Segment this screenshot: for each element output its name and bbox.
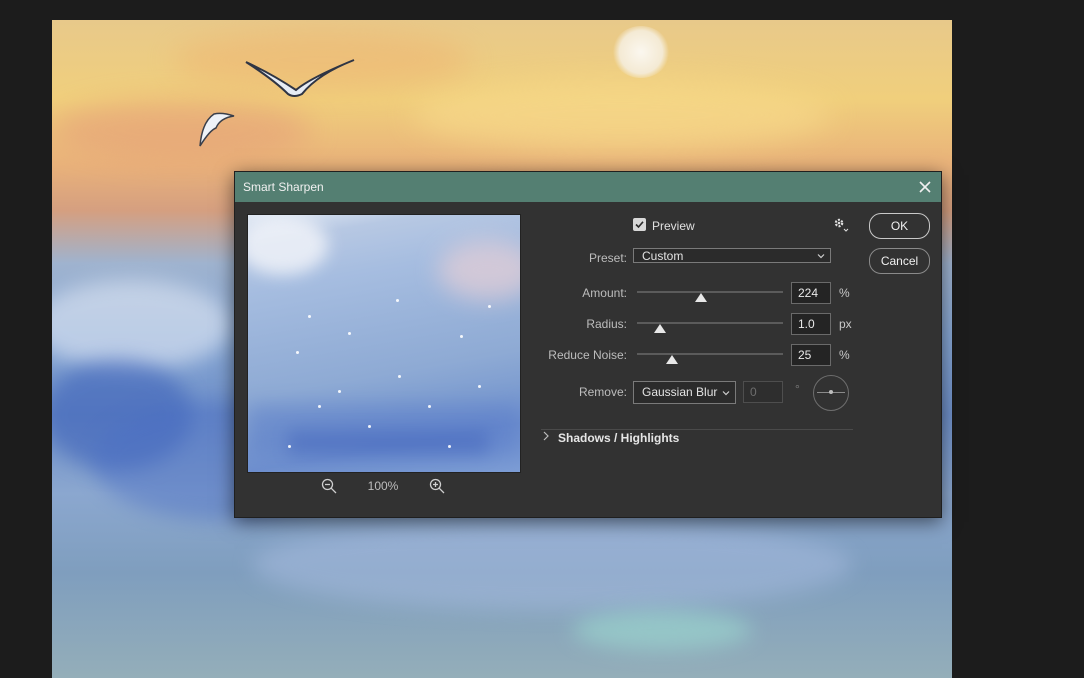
painting-sun [612, 26, 670, 78]
angle-dial-center [829, 390, 833, 394]
foam-highlight [318, 405, 321, 408]
foam-highlight [428, 405, 431, 408]
remove-select[interactable]: Gaussian Blur [633, 381, 736, 404]
zoom-controls: 100% [247, 477, 519, 497]
reduce-noise-label: Reduce Noise: [548, 348, 627, 362]
amount-unit: % [839, 286, 850, 300]
cancel-button[interactable]: Cancel [869, 248, 930, 274]
close-icon[interactable] [915, 177, 935, 197]
radius-slider[interactable] [637, 315, 783, 333]
amount-slider[interactable] [637, 284, 783, 302]
foam-highlight [368, 425, 371, 428]
seagull-image [245, 59, 355, 97]
preset-select[interactable]: Custom [633, 248, 831, 263]
painting-wave-foam [52, 280, 232, 370]
remove-label: Remove: [578, 385, 627, 399]
foam-highlight [398, 375, 401, 378]
reduce-noise-slider[interactable] [637, 346, 783, 364]
dialog-title: Smart Sharpen [243, 180, 324, 194]
painting-cloud [52, 100, 312, 160]
painting-glow [572, 610, 752, 650]
sharpen-preview-image[interactable] [247, 214, 521, 473]
painting-wave [252, 520, 852, 610]
dialog-titlebar[interactable]: Smart Sharpen [235, 172, 941, 202]
amount-field[interactable]: 224 [791, 282, 831, 304]
angle-field[interactable]: 0 [743, 381, 783, 403]
reduce-noise-slider-track [637, 353, 783, 355]
foam-highlight [338, 390, 341, 393]
preview-checkbox[interactable] [633, 218, 646, 231]
angle-dial[interactable] [813, 375, 849, 411]
smart-sharpen-dialog: Smart Sharpen 100% Preview OK Cancel Pre… [234, 171, 942, 518]
foam-highlight [448, 445, 451, 448]
foam-highlight [348, 332, 351, 335]
foam-highlight [288, 445, 291, 448]
painting-cloud [412, 80, 832, 150]
reduce-noise-slider-thumb[interactable] [666, 355, 679, 364]
foam-highlight [396, 299, 399, 302]
preset-value: Custom [642, 249, 684, 263]
foam-highlight [308, 315, 311, 318]
chevron-right-icon [543, 431, 549, 441]
foam-highlight [488, 305, 491, 308]
section-divider [541, 429, 853, 430]
angle-unit: ° [795, 382, 800, 396]
zoom-level: 100% [367, 479, 399, 493]
shadows-highlights-label: Shadows / Highlights [558, 431, 680, 445]
checkmark-icon [635, 221, 644, 229]
radius-unit: px [839, 317, 852, 331]
amount-label: Amount: [582, 286, 627, 300]
remove-value: Gaussian Blur [642, 385, 718, 399]
reduce-noise-field[interactable]: 25 [791, 344, 831, 366]
foam-highlight [478, 385, 481, 388]
radius-label: Radius: [586, 317, 627, 331]
preview-label: Preview [652, 219, 695, 233]
foam-highlight [296, 351, 299, 354]
gear-icon[interactable] [832, 216, 850, 234]
seagull-image [199, 112, 235, 147]
radius-field[interactable]: 1.0 [791, 313, 831, 335]
zoom-in-icon[interactable] [429, 478, 445, 494]
preset-label: Preset: [588, 251, 627, 265]
ok-button[interactable]: OK [869, 213, 930, 239]
radius-slider-thumb[interactable] [654, 324, 667, 333]
reduce-noise-unit: % [839, 348, 850, 362]
amount-slider-thumb[interactable] [695, 293, 708, 302]
amount-slider-track [637, 291, 783, 293]
chevron-down-icon [722, 391, 730, 396]
chevron-down-icon [817, 254, 825, 259]
foam-highlight [460, 335, 463, 338]
